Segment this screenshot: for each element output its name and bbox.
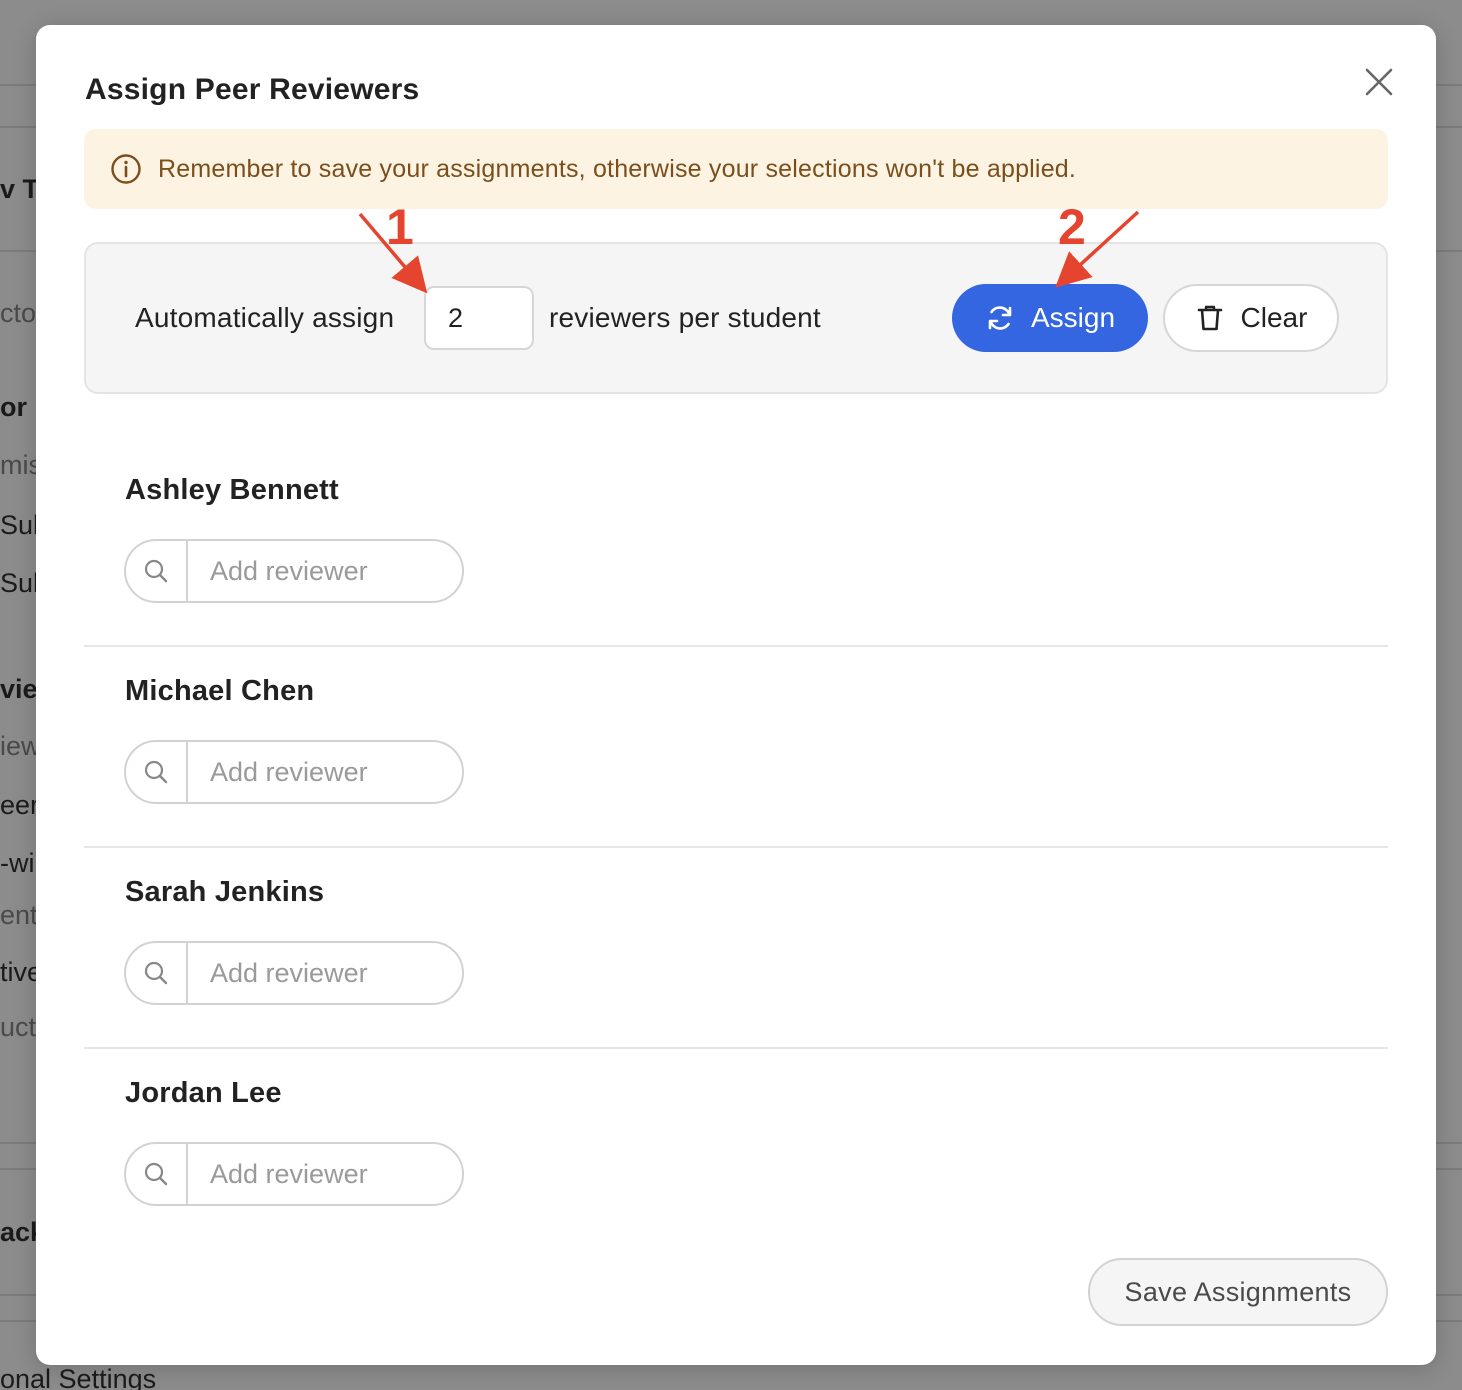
close-button[interactable]	[1362, 65, 1396, 99]
auto-assign-suffix: reviewers per student	[549, 302, 821, 333]
student-row: Ashley Bennett	[84, 446, 1388, 647]
student-name: Sarah Jenkins	[125, 876, 325, 908]
student-name: Michael Chen	[125, 675, 315, 707]
add-reviewer-field[interactable]	[124, 941, 464, 1005]
auto-assign-label: Automatically assign	[135, 302, 395, 333]
background-text: tive	[0, 957, 36, 987]
add-reviewer-input[interactable]	[188, 1144, 462, 1204]
background-text: miss	[0, 450, 36, 480]
background-text: ent	[0, 900, 36, 930]
search-icon	[144, 760, 168, 784]
add-reviewer-input[interactable]	[188, 943, 462, 1003]
assign-peer-reviewers-modal: Assign Peer Reviewers Remember to save y…	[36, 25, 1436, 1365]
background-text: ctor	[0, 298, 36, 328]
search-icon-container	[126, 541, 188, 601]
background-text: eer-	[0, 790, 36, 820]
modal-title: Assign Peer Reviewers	[85, 73, 420, 106]
background-text: v Ty	[0, 174, 36, 204]
banner-text: Remember to save your assignments, other…	[158, 154, 1077, 183]
refresh-icon	[988, 306, 1012, 330]
background-text: Subr	[0, 568, 36, 598]
close-icon[interactable]	[1362, 65, 1396, 99]
assign-button-label: Assign	[1030, 302, 1116, 333]
info-icon	[111, 154, 141, 184]
reviewer-count-input[interactable]	[424, 286, 534, 350]
search-icon	[144, 961, 168, 985]
annotation-step-2: 2	[1058, 199, 1086, 255]
save-reminder-banner: Remember to save your assignments, other…	[84, 129, 1388, 209]
student-name: Ashley Bennett	[125, 474, 339, 506]
search-icon	[144, 1162, 168, 1186]
background-text: or R	[0, 392, 36, 422]
save-assignments-button[interactable]: Save Assignments	[1088, 1258, 1388, 1326]
auto-assign-panel: Automatically assign reviewers per stude…	[84, 242, 1388, 394]
background-text: view	[0, 674, 36, 704]
background-text: ucto	[0, 1012, 36, 1042]
annotation-step-1: 1	[386, 199, 414, 255]
assign-button[interactable]: Assign	[952, 284, 1148, 352]
search-icon	[144, 559, 168, 583]
clear-button-label: Clear	[1240, 302, 1308, 333]
add-reviewer-input[interactable]	[188, 742, 462, 802]
background-text: -wi	[0, 848, 35, 878]
background-section-title: onal Settings	[0, 1364, 157, 1390]
search-icon-container	[126, 943, 188, 1003]
add-reviewer-input[interactable]	[188, 541, 462, 601]
background-text: ack	[0, 1217, 36, 1247]
clear-button[interactable]: Clear	[1163, 284, 1339, 352]
search-icon-container	[126, 1144, 188, 1204]
student-row: Jordan Lee	[84, 1049, 1388, 1250]
add-reviewer-field[interactable]	[124, 539, 464, 603]
add-reviewer-field[interactable]	[124, 1142, 464, 1206]
student-row: Sarah Jenkins	[84, 848, 1388, 1049]
add-reviewer-field[interactable]	[124, 740, 464, 804]
search-icon-container	[126, 742, 188, 802]
background-text: Sub	[0, 510, 36, 540]
student-name: Jordan Lee	[125, 1077, 282, 1109]
student-row: Michael Chen	[84, 647, 1388, 848]
trash-icon	[1197, 305, 1222, 331]
background-text: iew	[0, 731, 36, 761]
